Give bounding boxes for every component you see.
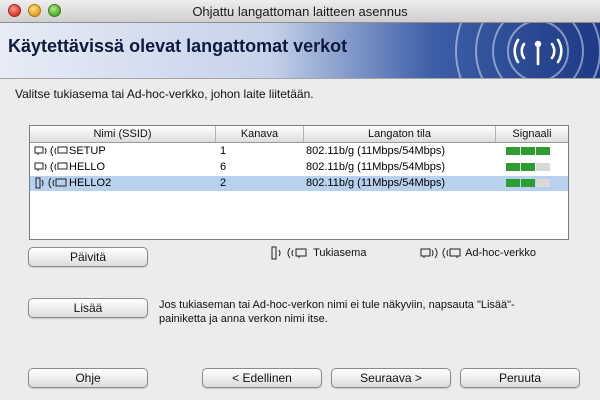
signal-bar xyxy=(536,147,550,155)
window-title: Ohjattu langattoman laitteen asennus xyxy=(192,4,408,19)
adhoc-icon xyxy=(420,247,461,259)
signal-bar xyxy=(506,147,520,155)
add-network-note: Jos tukiaseman tai Ad-hoc-verkon nimi ei… xyxy=(159,299,515,325)
column-header-channel[interactable]: Kanava xyxy=(216,126,304,142)
signal-cell xyxy=(506,144,566,159)
channel-cell: 1 xyxy=(220,145,227,157)
ssid-label: HELLO2 xyxy=(69,177,112,189)
refresh-button[interactable]: Päivitä xyxy=(28,247,148,267)
signal-bar xyxy=(506,163,520,171)
legend-access-point: Tukiasema xyxy=(270,246,366,260)
access-point-icon xyxy=(35,177,67,189)
wireless-logo-icon xyxy=(455,23,600,78)
signal-cell xyxy=(506,176,566,191)
help-button[interactable]: Ohje xyxy=(28,368,148,388)
signal-bar xyxy=(521,179,535,187)
signal-bar xyxy=(521,147,535,155)
ssid-label: HELLO xyxy=(69,161,106,173)
signal-bar xyxy=(506,179,520,187)
mode-cell: 802.11b/g (11Mbps/54Mbps) xyxy=(306,145,446,157)
access-point-icon xyxy=(271,246,307,260)
mode-cell: 802.11b/g (11Mbps/54Mbps) xyxy=(306,161,446,173)
channel-cell: 2 xyxy=(220,177,227,189)
channel-cell: 6 xyxy=(220,161,227,173)
back-button[interactable]: < Edellinen xyxy=(202,368,322,388)
ssid-cell: SETUP xyxy=(34,144,214,159)
title-bar: Ohjattu langattoman laitteen asennus xyxy=(0,0,600,23)
add-button[interactable]: Lisää xyxy=(28,298,148,318)
network-list[interactable]: Nimi (SSID) Kanava Langaton tila Signaal… xyxy=(29,125,569,240)
header-banner: Käytettävissä olevat langattomat verkot xyxy=(0,23,600,78)
next-button[interactable]: Seuraava > xyxy=(331,368,451,388)
adhoc-icon xyxy=(34,145,68,157)
list-header: Nimi (SSID) Kanava Langaton tila Signaal… xyxy=(30,126,568,143)
network-row[interactable]: SETUP 1 802.11b/g (11Mbps/54Mbps) xyxy=(30,144,568,159)
adhoc-icon xyxy=(34,161,68,173)
signal-bar xyxy=(536,163,550,171)
mode-cell: 802.11b/g (11Mbps/54Mbps) xyxy=(306,177,446,189)
signal-bar xyxy=(521,163,535,171)
signal-bar xyxy=(536,179,550,187)
cancel-button[interactable]: Peruuta xyxy=(460,368,580,388)
header-divider xyxy=(0,78,600,79)
legend-access-point-label: Tukiasema xyxy=(313,247,367,259)
column-header-mode[interactable]: Langaton tila xyxy=(304,126,496,142)
legend-adhoc-label: Ad-hoc-verkko xyxy=(465,247,536,259)
wizard-window: Ohjattu langattoman laitteen asennus Käy… xyxy=(0,0,600,400)
column-header-signal[interactable]: Signaali xyxy=(496,126,568,142)
ssid-cell: HELLO xyxy=(34,160,214,175)
column-header-ssid[interactable]: Nimi (SSID) xyxy=(30,126,216,142)
legend-adhoc: Ad-hoc-verkko xyxy=(420,246,536,260)
instruction-text: Valitse tukiasema tai Ad-hoc-verkko, joh… xyxy=(15,87,314,101)
network-row[interactable]: HELLO2 2 802.11b/g (11Mbps/54Mbps) xyxy=(30,176,568,191)
ssid-cell: HELLO2 xyxy=(34,176,214,191)
ssid-label: SETUP xyxy=(69,145,106,157)
network-row[interactable]: HELLO 6 802.11b/g (11Mbps/54Mbps) xyxy=(30,160,568,175)
signal-cell xyxy=(506,160,566,175)
page-title: Käytettävissä olevat langattomat verkot xyxy=(8,36,348,56)
